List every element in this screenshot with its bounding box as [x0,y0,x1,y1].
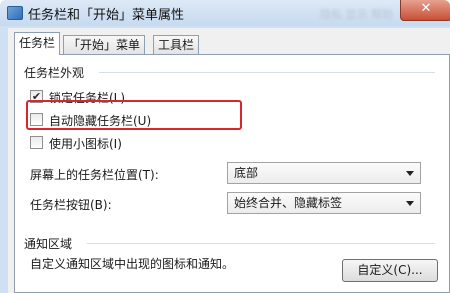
appearance-group-divider [99,72,435,73]
notification-description: 自定义通知区域中出现的图标和通知。 [30,257,235,271]
taskbar-location-select[interactable]: 底部 [227,162,421,184]
tab-toolbars[interactable]: 工具栏 [153,35,200,54]
properties-window: 任务栏和「开始」菜单属性 隐私 显示 帮助 ✕ 任务栏 「开始」菜单 工具栏 任… [0,0,450,293]
auto-hide-highlight-box [26,100,242,130]
appearance-group-title: 任务栏外观 [24,66,85,80]
tab-panel-taskbar: 任务栏外观 ✔ 锁定任务栏(L) 自动隐藏任务栏(U) 使用小图标(I) 屏幕上… [14,54,450,293]
taskbar-location-value: 底部 [234,166,259,180]
chevron-down-icon [406,201,414,206]
title-bar[interactable]: 任务栏和「开始」菜单属性 隐私 显示 帮助 ✕ [0,0,450,26]
title-bar-blurred-text: 隐私 显示 帮助 [320,8,393,21]
small-icons-label[interactable]: 使用小图标(I) [49,135,122,152]
notification-group-title: 通知区域 [24,237,73,251]
customize-button[interactable]: 自定义(C)... [342,259,438,282]
close-button[interactable]: ✕ [400,0,450,21]
close-icon: ✕ [420,1,432,16]
window-app-icon [7,6,23,20]
notification-group-divider [87,243,435,244]
small-icons-checkbox[interactable] [30,136,43,149]
window-client-area: 任务栏 「开始」菜单 工具栏 任务栏外观 ✔ 锁定任务栏(L) 自动隐藏任务栏(… [8,28,450,293]
window-title: 任务栏和「开始」菜单属性 [28,8,185,23]
taskbar-buttons-value: 始终合并、隐藏标签 [234,196,343,210]
taskbar-buttons-select[interactable]: 始终合并、隐藏标签 [227,192,421,214]
chevron-down-icon [406,171,414,176]
tab-start-menu[interactable]: 「开始」菜单 [63,35,146,54]
taskbar-location-label: 屏幕上的任务栏位置(T): [30,168,159,182]
tab-taskbar[interactable]: 任务栏 [14,32,61,55]
taskbar-buttons-label: 任务栏按钮(B): [30,198,112,212]
